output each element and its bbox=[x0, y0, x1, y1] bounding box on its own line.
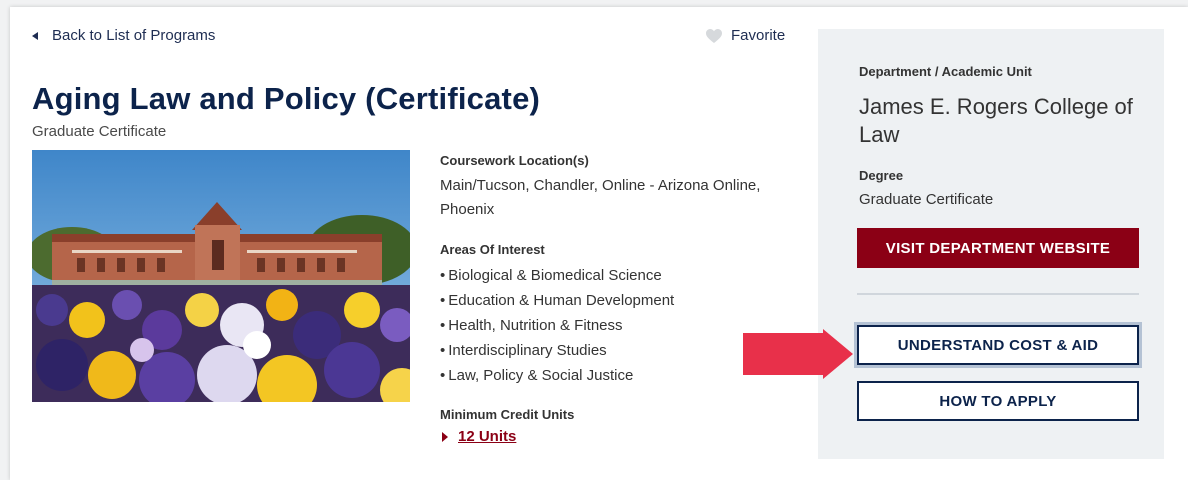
coursework-section: Coursework Location(s) Main/Tucson, Chan… bbox=[440, 153, 790, 222]
department-label: Department / Academic Unit bbox=[859, 64, 1032, 79]
list-item: Health, Nutrition & Fitness bbox=[440, 313, 790, 338]
credit-section: Minimum Credit Units 12 Units bbox=[440, 407, 790, 445]
credit-units-link[interactable]: 12 Units bbox=[440, 428, 790, 445]
back-link[interactable]: Back to List of Programs bbox=[32, 27, 215, 44]
favorite-button[interactable]: Favorite bbox=[705, 27, 785, 44]
list-item: Interdisciplinary Studies bbox=[440, 338, 790, 363]
degree-label: Degree bbox=[859, 168, 904, 183]
program-page: Back to List of Programs Favorite Aging … bbox=[10, 7, 1188, 480]
triangle-left-icon bbox=[32, 31, 38, 40]
department-value: James E. Rogers College of Law bbox=[859, 94, 1133, 147]
list-item: Biological & Biomedical Science bbox=[440, 263, 790, 288]
degree-value: Graduate Certificate bbox=[859, 191, 994, 208]
visit-department-button[interactable]: VISIT DEPARTMENT WEBSITE bbox=[857, 228, 1139, 268]
areas-list: Biological & Biomedical Science Educatio… bbox=[440, 263, 790, 388]
credit-label: Minimum Credit Units bbox=[440, 407, 575, 422]
page-title: Aging Law and Policy (Certificate) bbox=[32, 81, 541, 116]
annotation-arrow-icon bbox=[743, 329, 853, 379]
triangle-right-icon bbox=[442, 431, 448, 442]
coursework-value: Main/Tucson, Chandler, Online - Arizona … bbox=[440, 177, 761, 218]
divider bbox=[857, 293, 1139, 295]
areas-section: Areas Of Interest Biological & Biomedica… bbox=[440, 242, 790, 388]
cost-aid-button[interactable]: UNDERSTAND COST & AID bbox=[857, 325, 1139, 365]
list-item: Law, Policy & Social Justice bbox=[440, 363, 790, 388]
coursework-label: Coursework Location(s) bbox=[440, 153, 589, 168]
sidebar-panel: Department / Academic Unit James E. Roge… bbox=[818, 29, 1164, 459]
back-link-label: Back to List of Programs bbox=[52, 27, 216, 44]
how-to-apply-button[interactable]: HOW TO APPLY bbox=[857, 381, 1139, 421]
list-item: Education & Human Development bbox=[440, 288, 790, 313]
favorite-label: Favorite bbox=[731, 27, 786, 44]
areas-label: Areas Of Interest bbox=[440, 242, 545, 257]
credit-units-value: 12 Units bbox=[458, 428, 517, 445]
heart-icon bbox=[706, 28, 722, 43]
campus-photo bbox=[32, 150, 410, 402]
page-subtitle: Graduate Certificate bbox=[32, 123, 167, 140]
